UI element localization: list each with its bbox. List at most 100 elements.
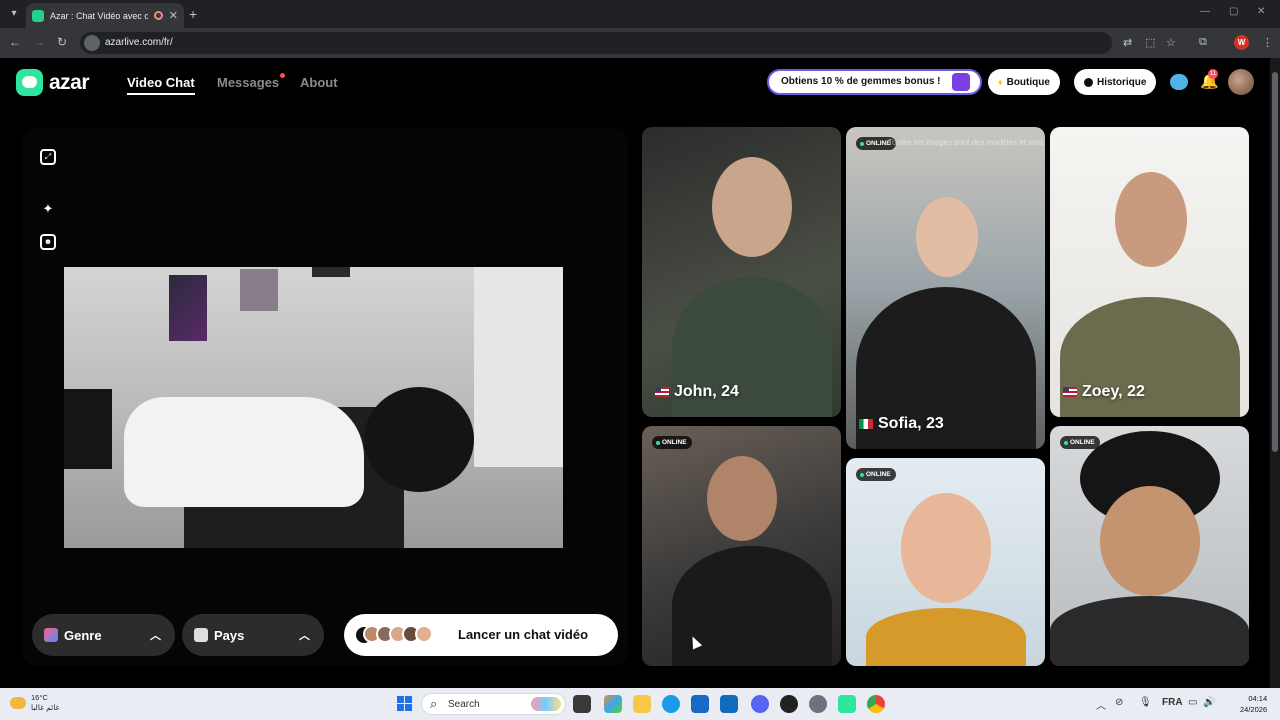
person-shirt-shape xyxy=(124,397,364,507)
profile-name: Sofia, 23 xyxy=(859,415,944,433)
site-info-icon[interactable] xyxy=(84,35,100,51)
browser-tab-strip: ▾ Azar : Chat Vidéo avec de n ✕ + — ▢ ✕ xyxy=(0,0,1280,28)
task-view-icon[interactable] xyxy=(573,695,591,713)
gender-label: Genre xyxy=(64,627,102,643)
windows-taskbar: 16°C غائم غالبا Search ︿ ⊘ 🎙 FRA ▭ 🔊 04:… xyxy=(0,688,1280,720)
user-avatar[interactable] xyxy=(1228,69,1254,95)
widgets-app-icon[interactable] xyxy=(604,695,622,713)
wall-poster xyxy=(169,275,207,341)
history-label: Historique xyxy=(1097,76,1147,88)
browser-menu-icon[interactable]: ⋮ xyxy=(1262,36,1273,49)
shop-label: Boutique xyxy=(1006,76,1050,88)
monitor-shape xyxy=(64,389,112,469)
wall-poster xyxy=(312,267,350,277)
user-faces-stack xyxy=(363,625,438,645)
profile-card[interactable]: ONLINE xyxy=(642,426,841,666)
italy-flag-icon xyxy=(859,419,873,429)
browser-profile-avatar[interactable]: W xyxy=(1234,35,1249,50)
profile-card[interactable]: ONLINE Toutes les images sont des modèle… xyxy=(846,127,1045,449)
country-filter-button[interactable]: Pays ︿ xyxy=(182,614,324,656)
curtain-shape xyxy=(474,267,563,467)
back-icon[interactable]: ← xyxy=(9,35,21,49)
start-video-chat-button[interactable]: Lancer un chat vidéo xyxy=(344,614,618,656)
cloudy-weather-icon xyxy=(10,697,26,709)
person-head-shape xyxy=(364,387,474,492)
settings-gear-icon[interactable] xyxy=(809,695,827,713)
maximize-icon[interactable]: ▢ xyxy=(1229,6,1238,17)
address-bar[interactable]: azarlive.com/fr/ xyxy=(80,32,1112,54)
nav-messages[interactable]: Messages xyxy=(217,75,279,90)
clock-icon xyxy=(1084,77,1093,87)
online-badge: ONLINE xyxy=(652,436,692,449)
edge-browser-icon[interactable] xyxy=(662,695,680,713)
discord-app-icon[interactable] xyxy=(751,695,769,713)
chevron-up-icon: ︿ xyxy=(299,630,310,642)
outlook-app-icon[interactable] xyxy=(720,695,738,713)
messages-unread-dot xyxy=(280,73,285,78)
model-disclaimer-text: Toutes les images sont des modèles et so… xyxy=(888,138,1045,147)
install-app-icon[interactable]: ⬚ xyxy=(1145,36,1155,49)
bookmark-star-icon[interactable]: ☆ xyxy=(1166,36,1176,49)
profile-card[interactable]: Zoey, 22 xyxy=(1050,127,1249,417)
tab-title: Azar : Chat Vidéo avec de n xyxy=(50,10,148,21)
chat-bubble-icon[interactable] xyxy=(1170,74,1188,90)
game-app-icon[interactable] xyxy=(780,695,798,713)
online-badge: ONLINE xyxy=(1060,436,1100,449)
profile-name: John, 24 xyxy=(655,383,739,401)
country-flag-icon xyxy=(194,628,208,642)
azar-logo-text: azar xyxy=(49,70,90,94)
file-explorer-icon[interactable] xyxy=(633,695,651,713)
page-scrollbar[interactable] xyxy=(1270,58,1280,688)
promo-text: Obtiens 10 % de gemmes bonus ! xyxy=(781,76,941,87)
magic-wand-icon[interactable]: ✦ xyxy=(40,201,56,217)
close-tab-icon[interactable]: ✕ xyxy=(169,9,178,22)
history-button[interactable]: Historique xyxy=(1074,69,1157,95)
nav-about[interactable]: About xyxy=(300,75,338,90)
nav-video-chat[interactable]: Video Chat xyxy=(127,75,195,95)
notification-count-badge: 11 xyxy=(1208,69,1218,79)
extensions-icon[interactable]: ⧉ xyxy=(1199,36,1207,49)
azar-app-icon[interactable] xyxy=(838,695,856,713)
face-avatar xyxy=(415,625,433,643)
microphone-icon[interactable]: 🎙 xyxy=(1139,697,1152,708)
tab-search-icon[interactable]: ▾ xyxy=(6,6,22,22)
wall-poster xyxy=(240,269,278,311)
new-tab-icon[interactable]: + xyxy=(189,6,197,22)
browser-tab[interactable]: Azar : Chat Vidéo avec de n ✕ xyxy=(26,3,184,28)
scrollbar-thumb[interactable] xyxy=(1272,72,1278,452)
forward-icon[interactable]: → xyxy=(33,35,45,49)
us-flag-icon xyxy=(1063,387,1077,397)
recording-icon xyxy=(153,11,163,20)
translate-icon[interactable]: ⇄ xyxy=(1123,36,1132,49)
weather-text: غائم غالبا xyxy=(31,703,60,712)
taskbar-clock[interactable]: 04:14 24/2026 xyxy=(1240,693,1267,715)
minimize-icon[interactable]: — xyxy=(1200,6,1210,17)
volume-icon[interactable]: 🔊 xyxy=(1203,697,1215,708)
network-icon[interactable]: ▭ xyxy=(1188,697,1197,708)
face-filter-icon[interactable]: ☻ xyxy=(40,234,56,250)
temperature-text: 16°C xyxy=(31,693,48,702)
profile-card[interactable]: ONLINE xyxy=(846,458,1045,666)
gem-bonus-promo-button[interactable]: Obtiens 10 % de gemmes bonus ! xyxy=(767,69,982,95)
weather-widget[interactable]: 16°C غائم غالبا xyxy=(10,693,59,713)
fullscreen-icon[interactable]: ⤢ xyxy=(40,149,56,165)
self-video-panel: ⤢ ✦ ☻ Genre ︿ Pays ︿ Lancer un chat vidé… xyxy=(22,128,628,666)
store-app-icon[interactable] xyxy=(691,695,709,713)
gender-filter-button[interactable]: Genre ︿ xyxy=(32,614,175,656)
azar-logo[interactable]: azar xyxy=(16,69,90,96)
taskbar-search-box[interactable]: Search xyxy=(421,693,566,715)
tray-app-icon[interactable]: ⊘ xyxy=(1115,697,1123,708)
profile-card[interactable]: John, 24 xyxy=(642,127,841,417)
url-text: azarlive.com/fr/ xyxy=(105,37,173,48)
chrome-browser-icon[interactable] xyxy=(867,695,885,713)
profile-card[interactable]: ONLINE xyxy=(1050,426,1249,666)
windows-start-icon[interactable] xyxy=(397,696,412,711)
reload-icon[interactable]: ↻ xyxy=(57,35,67,49)
gem-icon: ♦ xyxy=(998,77,1003,87)
shop-button[interactable]: ♦ Boutique xyxy=(988,69,1060,95)
close-window-icon[interactable]: ✕ xyxy=(1257,6,1265,17)
tray-overflow-icon[interactable]: ︿ xyxy=(1096,697,1106,712)
azar-favicon-icon xyxy=(32,9,44,22)
language-indicator[interactable]: FRA xyxy=(1162,697,1183,708)
chevron-up-icon: ︿ xyxy=(150,630,161,642)
